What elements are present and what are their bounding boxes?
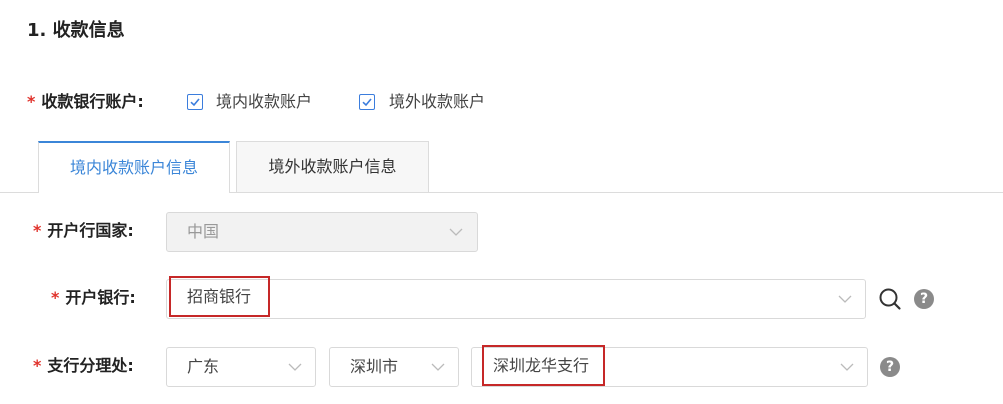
tab-domestic-account-info[interactable]: 境内收款账户信息 [38,141,230,193]
province-value: 广东 [187,357,220,376]
check-icon [190,98,200,107]
tab-baseline [0,192,38,193]
country-label-text: 开户行国家: [47,221,134,240]
domestic-account-option-label[interactable]: 境内收款账户 [216,91,312,113]
bank-label: * 开户银行: [51,287,136,309]
required-mark: * [33,356,42,375]
country-select[interactable]: 中国 [166,212,478,252]
province-select[interactable]: 广东 [166,347,316,387]
receive-accounts-label-text: 收款银行账户: [41,92,144,111]
bank-value-highlight: 招商银行 [169,276,270,317]
overseas-account-option-label[interactable]: 境外收款账户 [389,91,485,113]
check-icon [362,98,372,107]
chevron-down-icon [449,228,463,236]
country-label: * 开户行国家: [33,220,134,242]
bank-value: 招商银行 [187,287,252,306]
branch-label-text: 支行分理处: [47,356,134,375]
search-icon[interactable] [878,287,902,311]
overseas-account-checkbox[interactable] [359,94,375,110]
section-title: 1. 收款信息 [27,20,125,41]
chevron-down-icon [840,363,854,371]
chevron-down-icon [838,295,852,303]
required-mark: * [51,288,60,307]
bank-label-text: 开户银行: [65,288,136,307]
country-value: 中国 [187,222,220,241]
receive-accounts-label: * 收款银行账户: [27,91,144,113]
city-value: 深圳市 [350,357,399,376]
help-icon[interactable]: ? [914,289,934,309]
city-select[interactable]: 深圳市 [329,347,459,387]
required-mark: * [33,221,42,240]
tab-overseas-account-info[interactable]: 境外收款账户信息 [236,141,429,193]
tab-baseline [229,192,1003,193]
required-mark: * [27,92,36,111]
branch-label: * 支行分理处: [33,355,134,377]
branch-value: 深圳龙华支行 [493,356,590,375]
help-icon[interactable]: ? [880,357,900,377]
chevron-down-icon [431,363,445,371]
domestic-account-checkbox[interactable] [187,94,203,110]
chevron-down-icon [288,363,302,371]
branch-value-highlight: 深圳龙华支行 [482,345,605,386]
bank-select[interactable] [166,279,866,319]
